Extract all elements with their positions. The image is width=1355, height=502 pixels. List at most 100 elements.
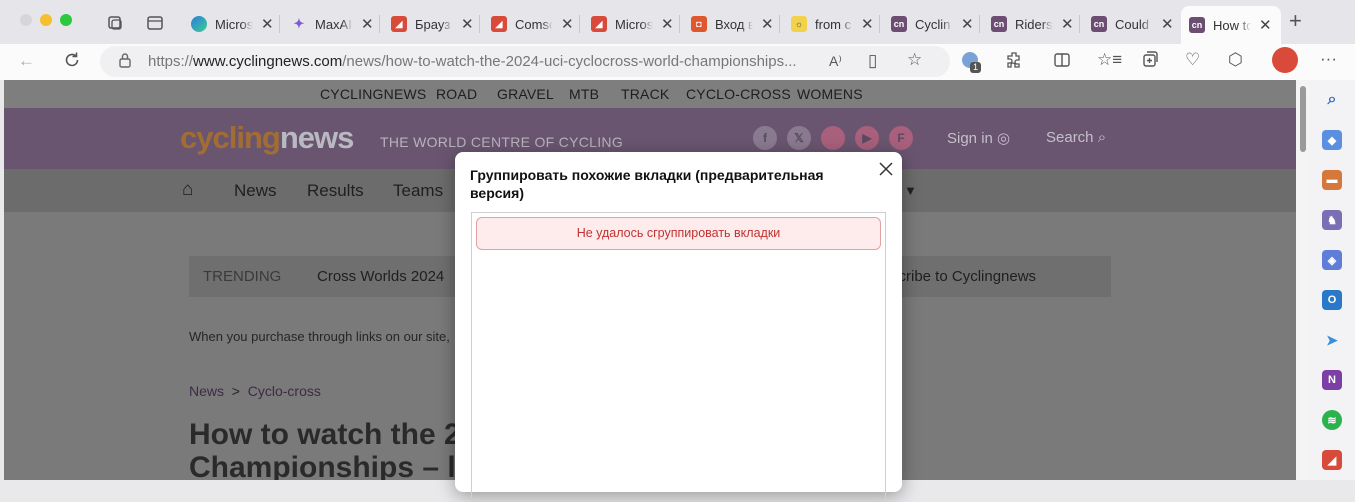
group-tabs-dialog: Группировать похожие вкладки (предварите… xyxy=(455,152,902,502)
tab-8[interactable]: cn Cyclin ✕ xyxy=(883,8,980,40)
youtube-icon[interactable]: ▶ xyxy=(855,126,879,150)
tab-4[interactable]: ◢ Comsc ✕ xyxy=(483,8,580,40)
tab-11-active[interactable]: cn How to ✕ xyxy=(1181,6,1281,44)
breadcrumb-cyclocross[interactable]: Cyclo-cross xyxy=(248,383,321,399)
error-message: Не удалось сгруппировать вкладки xyxy=(476,217,881,250)
user-icon: ◎ xyxy=(997,130,1011,147)
games-icon[interactable]: ♞ xyxy=(1322,210,1342,230)
back-icon[interactable]: ← xyxy=(18,51,35,71)
close-tab-icon[interactable]: ✕ xyxy=(561,15,574,33)
topnav-mtb[interactable]: MTB xyxy=(569,86,599,102)
sparkle-icon: ✦ xyxy=(293,16,305,31)
app-icon: ◢ xyxy=(591,16,607,32)
tab-9[interactable]: cn Riders ✕ xyxy=(983,8,1080,40)
browser-essentials-icon[interactable]: ⬡ xyxy=(1228,50,1243,70)
secnav-results[interactable]: Results xyxy=(307,181,364,201)
profile-avatar[interactable] xyxy=(1272,47,1298,73)
collections-icon[interactable] xyxy=(1141,50,1159,73)
topnav-cyclocross[interactable]: CYCLO-CROSS xyxy=(686,86,791,102)
app-icon[interactable]: ◢ xyxy=(1322,450,1342,470)
toolbox-icon[interactable]: ▬ xyxy=(1322,170,1342,190)
vertical-tabs-icon[interactable] xyxy=(146,14,164,37)
close-tab-icon[interactable]: ✕ xyxy=(1161,15,1174,33)
close-tab-icon[interactable]: ✕ xyxy=(1061,15,1074,33)
tab-2[interactable]: ✦ MaxAI ✕ xyxy=(283,8,380,40)
extensions-icon[interactable] xyxy=(1005,51,1023,74)
close-tab-icon[interactable]: ✕ xyxy=(461,15,474,33)
tab-3[interactable]: ◢ Брауз ✕ xyxy=(383,8,480,40)
cyclingnews-logo[interactable]: cyclingnews xyxy=(180,120,354,156)
chevron-down-icon[interactable]: ▼ xyxy=(904,183,917,198)
close-tab-icon[interactable]: ✕ xyxy=(261,15,274,33)
tab-title: Брауз xyxy=(415,16,451,32)
breadcrumb-news[interactable]: News xyxy=(189,383,224,399)
edge-icon xyxy=(191,16,207,32)
immersive-reader-icon[interactable]: ▯ xyxy=(868,51,877,71)
cyclingnews-icon: cn xyxy=(991,16,1007,32)
tab-10[interactable]: cn Could ✕ xyxy=(1083,8,1180,40)
read-aloud-icon[interactable]: A⁾ xyxy=(829,51,842,71)
close-tab-icon[interactable]: ✕ xyxy=(861,15,874,33)
secnav-teams[interactable]: Teams xyxy=(393,181,443,201)
performance-icon[interactable]: ♡ xyxy=(1185,50,1200,70)
close-tab-icon[interactable]: ✕ xyxy=(661,15,674,33)
breadcrumb-separator: > xyxy=(231,383,240,399)
sign-in-link[interactable]: Sign in ◎ xyxy=(947,129,1010,147)
topnav-womens[interactable]: WOMENS xyxy=(797,86,863,102)
zoom-window-button[interactable] xyxy=(60,14,72,26)
tab-1[interactable]: Micros ✕ xyxy=(183,8,280,40)
tab-strip: Micros ✕ ✦ MaxAI ✕ ◢ Брауз ✕ ◢ Comsc ✕ ◢… xyxy=(0,0,1355,44)
home-icon[interactable]: ⌂ xyxy=(182,179,193,201)
trending-label: TRENDING xyxy=(203,268,282,285)
x-twitter-icon[interactable]: 𝕏 xyxy=(787,126,811,150)
favorites-icon[interactable]: ☆≡ xyxy=(1097,50,1122,70)
new-tab-icon[interactable]: + xyxy=(1289,10,1302,32)
page-scrollbar[interactable] xyxy=(1296,80,1310,480)
close-window-button[interactable] xyxy=(20,14,32,26)
topnav-road[interactable]: ROAD xyxy=(436,86,477,102)
instagram-icon[interactable] xyxy=(821,126,845,150)
extension-translate-icon[interactable]: 1 xyxy=(962,52,982,73)
tag-icon[interactable]: ◆ xyxy=(1322,130,1342,150)
search-icon[interactable]: ⌕ xyxy=(1322,90,1342,110)
app-icon: ◢ xyxy=(391,16,407,32)
cyclingnews-icon: cn xyxy=(1091,16,1107,32)
app-icon: ☼ xyxy=(791,16,807,32)
search-link[interactable]: Search ⌕ xyxy=(1046,129,1106,146)
minimize-window-button[interactable] xyxy=(40,14,52,26)
topnav-cyclingnews[interactable]: CYCLINGNEWS xyxy=(320,86,426,102)
workspaces-icon[interactable] xyxy=(106,14,124,37)
close-tab-icon[interactable]: ✕ xyxy=(961,15,974,33)
tab-title: from c xyxy=(815,16,852,32)
spotify-icon[interactable]: ≋ xyxy=(1322,410,1342,430)
tab-title: How to xyxy=(1213,17,1251,33)
lock-icon[interactable] xyxy=(118,52,132,73)
refresh-icon[interactable] xyxy=(62,50,82,75)
tagline: THE WORLD CENTRE OF CYCLING xyxy=(380,134,624,150)
facebook-icon[interactable]: f xyxy=(753,126,777,150)
send-icon[interactable]: ➤ xyxy=(1322,330,1342,350)
microsoft365-icon[interactable]: ◈ xyxy=(1322,250,1342,270)
close-tab-icon[interactable]: ✕ xyxy=(761,15,774,33)
subscribe-link[interactable]: scribe to Cyclingnews xyxy=(891,268,1036,285)
flipboard-icon[interactable]: F xyxy=(889,126,913,150)
favorite-star-icon[interactable]: ☆ xyxy=(907,50,922,70)
scrollbar-thumb[interactable] xyxy=(1300,86,1306,152)
split-screen-icon[interactable] xyxy=(1053,51,1071,74)
tab-7[interactable]: ☼ from c ✕ xyxy=(783,8,880,40)
tab-5[interactable]: ◢ Micros ✕ xyxy=(583,8,680,40)
onenote-icon[interactable]: N xyxy=(1322,370,1342,390)
address-bar[interactable]: https://www.cyclingnews.com/news/how-to-… xyxy=(100,46,950,77)
topnav-track[interactable]: TRACK xyxy=(621,86,669,102)
tab-title: Cyclin xyxy=(915,16,951,32)
close-icon[interactable] xyxy=(875,158,897,180)
close-tab-icon[interactable]: ✕ xyxy=(361,15,374,33)
trending-link[interactable]: Cross Worlds 2024 xyxy=(317,268,444,285)
tab-6[interactable]: ◘ Вход в ✕ xyxy=(683,8,780,40)
topnav-gravel[interactable]: GRAVEL xyxy=(497,86,554,102)
outlook-icon[interactable]: O xyxy=(1322,290,1342,310)
secnav-news[interactable]: News xyxy=(234,181,277,201)
more-options-icon[interactable]: ··· xyxy=(1320,49,1337,69)
close-tab-icon[interactable]: ✕ xyxy=(1259,16,1272,34)
url-text: https://www.cyclingnews.com/news/how-to-… xyxy=(148,53,797,70)
